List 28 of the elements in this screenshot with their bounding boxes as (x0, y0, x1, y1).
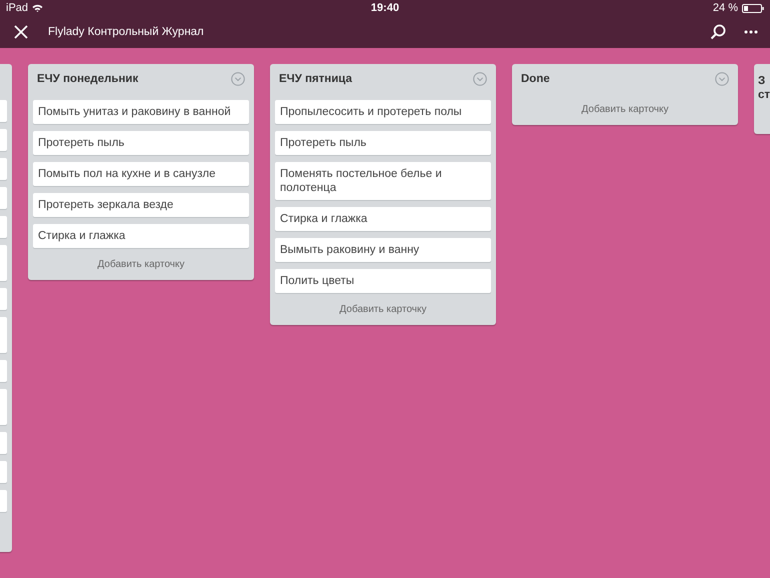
card[interactable]: Поменять постельное белье и полотенца (275, 162, 491, 200)
card[interactable]: Стирка и глажка (33, 224, 249, 248)
card[interactable]: Вымыть раковину и ванну (275, 238, 491, 262)
wifi-icon (32, 4, 44, 12)
card[interactable]: Пропылесосить и протереть полы (275, 100, 491, 124)
board-title: Flylady Контрольный Журнал (48, 26, 204, 38)
list-title: ЕЧУ пятница (279, 72, 352, 84)
card[interactable]: Помыть унитаз и раковину в ванной (33, 100, 249, 124)
battery-percent: 24 % (712, 2, 738, 14)
add-card-button[interactable]: Добавить карточку (517, 100, 733, 117)
chevron-icon[interactable] (231, 72, 245, 86)
add-card-button[interactable]: Добавить карточку (33, 255, 249, 272)
list-title: ЕЧУ понедельник (37, 72, 138, 84)
card[interactable]: Протереть пыль (275, 131, 491, 155)
battery-icon (742, 4, 764, 12)
clock: 19:40 (370, 2, 400, 14)
device-name: iPad (6, 2, 28, 14)
chevron-icon[interactable] (715, 72, 729, 86)
card[interactable]: Протереть пыль (33, 131, 249, 155)
card[interactable]: Протереть зеркала везде (33, 193, 249, 217)
card[interactable]: Стирка и глажка (275, 207, 491, 231)
card[interactable]: Помыть пол на кухне и в санузле (33, 162, 249, 186)
card[interactable]: Полить цветы (275, 269, 491, 293)
list-title: Done (521, 72, 550, 84)
more-icon (744, 30, 758, 34)
list-title: З ст (758, 74, 770, 102)
add-card-button[interactable]: Добавить карточку (275, 300, 491, 317)
chevron-icon[interactable] (473, 72, 487, 86)
